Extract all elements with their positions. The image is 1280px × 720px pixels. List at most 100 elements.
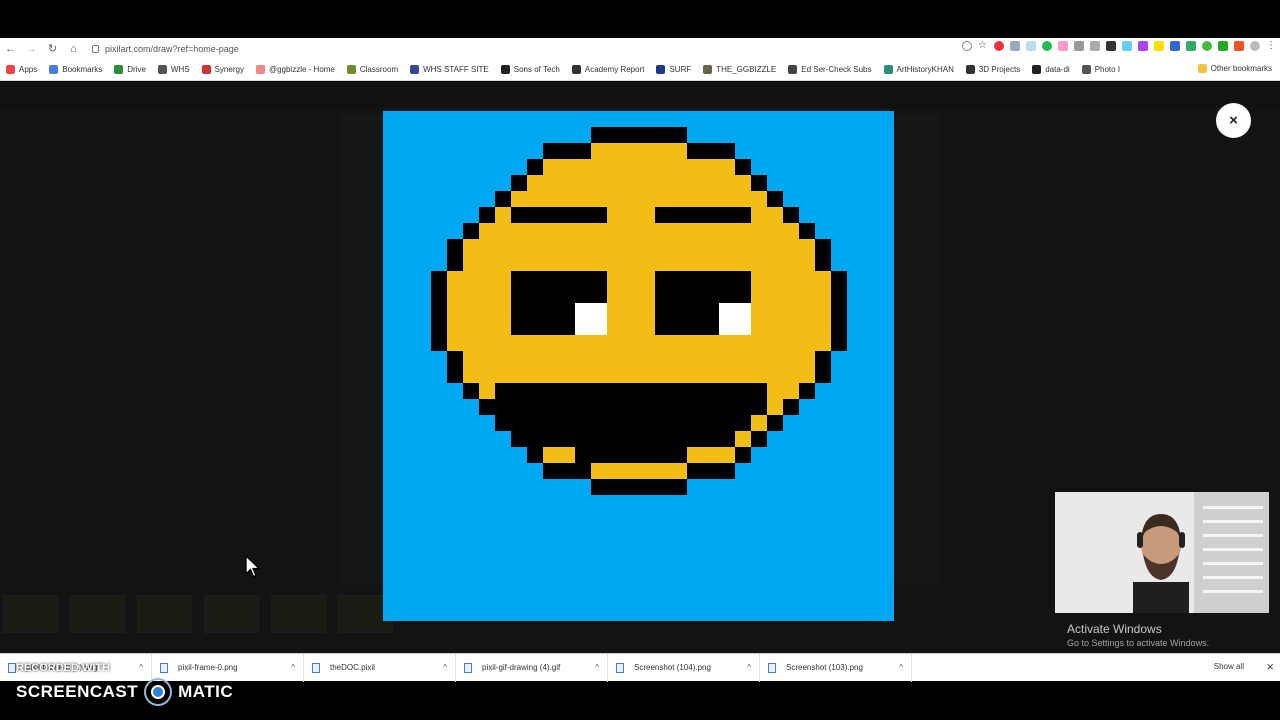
star-icon[interactable]: ☆ [978,41,988,51]
bookmark-item[interactable]: WHS [152,65,196,74]
bookmark-label: WHS [170,65,190,74]
face-fill [463,255,815,271]
face-fill [511,191,767,207]
other-bookmarks-label: Other bookmarks [1210,64,1272,73]
chevron-up-icon[interactable]: ^ [899,663,903,672]
right-eyebrow [655,207,751,223]
bookmark-label: data-di [1045,65,1070,74]
bookmark-label: SURF [669,65,692,74]
other-bookmarks[interactable]: Other bookmarks [1197,64,1272,73]
chevron-up-icon[interactable]: ^ [747,663,751,672]
bookmark-favicon-icon [965,65,975,74]
bookmark-item[interactable]: Sons of Tech [495,65,566,74]
extension-icon[interactable] [994,41,1004,51]
bookmark-item[interactable]: Bookmarks [43,65,108,74]
download-item[interactable]: pixil-gif-drawing (4).gif ^ [456,653,608,682]
activate-subtitle: Go to Settings to activate Windows. [1067,638,1210,648]
extension-icon[interactable] [1026,41,1036,51]
bookmark-item[interactable]: SURF [650,65,697,74]
bookmark-item[interactable]: Photo I [1076,65,1126,74]
download-item[interactable]: Screenshot (103).png ^ [760,653,912,682]
extension-icon[interactable] [1122,41,1132,51]
forward-icon[interactable]: → [21,38,42,59]
bookmark-item[interactable]: WHS STAFF SITE [404,65,495,74]
mouth [495,383,767,415]
bookmark-item[interactable]: Ed Ser-Check Subs [782,65,877,74]
face-fill [463,351,815,367]
brand-right: MATIC [178,682,234,701]
bookmark-label: Apps [19,65,38,74]
bookmark-favicon-icon [201,65,211,74]
bookmark-item[interactable]: Drive [108,65,152,74]
bookmark-label: 3D Projects [978,65,1021,74]
face-fill [543,159,735,175]
face-fill [591,463,687,479]
bookmark-label: Drive [127,65,146,74]
target-icon[interactable] [962,41,972,51]
face-outline [591,127,687,143]
bookmarks-bar: Apps Bookmarks Drive WHS Synergy @ggbizzle - … [0,59,1280,81]
download-item[interactable]: Screenshot (104).png ^ [608,653,760,682]
bookmark-item[interactable]: Apps [0,65,43,74]
chevron-up-icon[interactable]: ^ [443,663,447,672]
face-fill [447,287,831,303]
extension-icon[interactable] [1090,41,1100,51]
bookmark-label: Photo I [1094,65,1121,74]
bookmark-label: WHS STAFF SITE [423,65,489,74]
screencast-o-matic-logo: SCREENCAST MATIC [16,678,234,706]
bookmark-item[interactable]: @ggbizzle - Home [250,65,341,74]
extension-icon[interactable] [1218,41,1228,51]
menu-icon[interactable]: ⋮ [1266,41,1276,51]
bookmark-label: Ed Ser-Check Subs [801,65,872,74]
extension-icon[interactable] [1042,41,1052,51]
reload-icon[interactable]: ↻ [42,38,63,59]
bookmark-favicon-icon [1032,65,1042,74]
smiley-face-pixel-art [431,127,847,495]
extension-icon[interactable] [1154,41,1164,51]
extension-icon[interactable] [1058,41,1068,51]
url-field[interactable]: pixilart.com/draw?ref=home-page [92,44,239,54]
download-filename: Screenshot (104).png [634,663,711,672]
bookmark-label: Classroom [359,65,399,74]
close-preview-button[interactable]: × [1216,103,1251,138]
home-icon[interactable]: ⌂ [63,38,84,59]
extension-icon[interactable] [1138,41,1148,51]
downloads-bar: pixil-frame-0 (1).png ^ pixil-frame-0.png ^… [0,653,1280,682]
bookmark-item[interactable]: ArtHistoryKHAN [878,65,960,74]
bookmark-item[interactable]: data-di [1026,65,1075,74]
brand-left: SCREENCAST [16,682,139,701]
bookmark-favicon-icon [346,65,356,74]
extension-icon[interactable] [1186,41,1196,51]
close-downloads-icon[interactable]: × [1266,659,1274,674]
back-icon[interactable]: ← [0,38,21,59]
download-item[interactable]: pixil-frame-0.png ^ [152,653,304,682]
extension-icon[interactable] [1202,41,1212,51]
bookmark-item[interactable]: THE_GGBIZZLE [697,65,782,74]
address-bar: ← → ↻ ⌂ pixilart.com/draw?ref=home-page … [0,38,1280,59]
bookmark-favicon-icon [500,65,510,74]
download-item[interactable]: theDOC.pixil ^ [304,653,456,682]
bookmark-label: Sons of Tech [513,65,560,74]
bookmark-item[interactable]: Academy Report [566,65,651,74]
bookmark-item[interactable]: Classroom [341,65,404,74]
left-eye-highlight [575,303,607,335]
bookmark-label: THE_GGBIZZLE [716,65,777,74]
extension-icon[interactable] [1106,41,1116,51]
bookmark-favicon-icon [883,65,893,74]
bookmark-item[interactable]: 3D Projects [960,65,1026,74]
extension-icon[interactable] [1170,41,1180,51]
bookmark-favicon-icon [656,65,666,74]
chevron-up-icon[interactable]: ^ [291,663,295,672]
file-icon [464,662,472,673]
extension-icon[interactable] [1010,41,1020,51]
webcam-person [1133,514,1189,613]
show-all-button[interactable]: Show all [1214,662,1244,671]
extension-icon[interactable] [1074,41,1084,51]
bookmark-item[interactable]: Synergy [196,65,250,74]
profile-icon[interactable] [1250,41,1260,51]
chevron-up-icon[interactable]: ^ [595,663,599,672]
extension-icon[interactable] [1234,41,1244,51]
chevron-up-icon[interactable]: ^ [139,663,143,672]
bookmark-label: @ggbizzle - Home [268,65,335,74]
download-filename: pixil-frame-0.png [178,663,238,672]
